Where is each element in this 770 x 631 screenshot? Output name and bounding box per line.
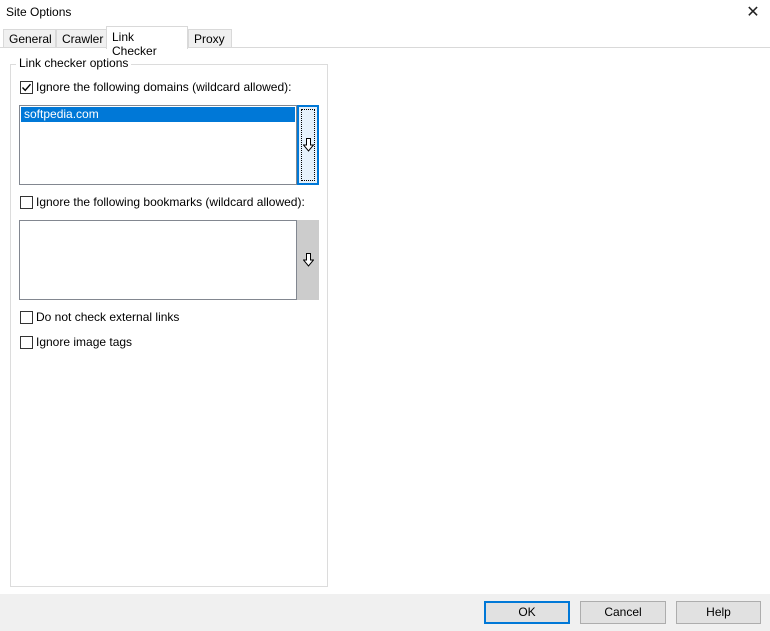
cancel-button[interactable]: Cancel — [580, 601, 666, 624]
help-button[interactable]: Help — [676, 601, 761, 624]
ignore-image-tags-checkbox[interactable] — [20, 336, 33, 349]
tab-crawler[interactable]: Crawler — [56, 29, 107, 48]
no-external-links-label: Do not check external links — [36, 310, 180, 324]
ignore-bookmarks-label: Ignore the following bookmarks (wildcard… — [36, 195, 305, 209]
ignore-domains-label: Ignore the following domains (wildcard a… — [36, 80, 292, 94]
bookmarks-add-button[interactable] — [297, 220, 319, 300]
tab-link-checker[interactable]: Link Checker — [106, 26, 188, 58]
tab-proxy[interactable]: Proxy — [188, 29, 232, 48]
domains-add-button[interactable] — [297, 105, 319, 185]
window-title: Site Options — [6, 5, 72, 19]
checkmark-icon — [21, 83, 32, 92]
down-arrow-icon — [302, 253, 314, 267]
ignore-image-tags-label: Ignore image tags — [36, 335, 133, 349]
list-item[interactable]: softpedia.com — [21, 107, 295, 122]
group-label: Link checker options — [16, 56, 132, 70]
tab-strip: General Crawler Link Checker Proxy — [0, 26, 770, 58]
ignore-bookmarks-list[interactable] — [19, 220, 297, 300]
ignore-domains-list[interactable]: softpedia.com — [19, 105, 297, 185]
ignore-bookmarks-checkbox[interactable] — [20, 196, 33, 209]
tab-general[interactable]: General — [3, 29, 56, 48]
title-bar: Site Options ✕ — [0, 0, 770, 26]
no-external-links-checkbox[interactable] — [20, 311, 33, 324]
close-icon[interactable]: ✕ — [741, 2, 765, 24]
ok-button[interactable]: OK — [484, 601, 570, 624]
ignore-domains-checkbox[interactable] — [20, 81, 33, 94]
